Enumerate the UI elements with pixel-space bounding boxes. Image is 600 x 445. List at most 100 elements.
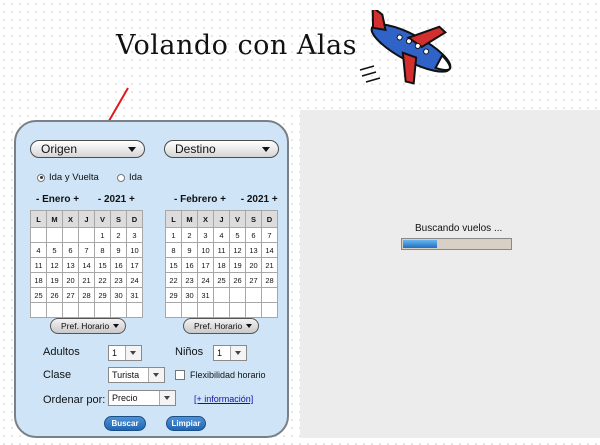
calendar-day[interactable]: 14 — [261, 242, 278, 258]
calendar-day[interactable]: 25 — [213, 272, 230, 288]
one-way-radio[interactable]: Ida — [117, 172, 142, 183]
calendar-day[interactable]: 6 — [245, 227, 262, 243]
calendar-day[interactable]: 26 — [229, 272, 246, 288]
calendar-header-row: L M X J V S D — [30, 210, 143, 228]
calendar-day[interactable]: 10 — [197, 242, 214, 258]
more-info-link[interactable]: [+ información] — [194, 394, 253, 404]
calendar-day[interactable]: 1 — [94, 227, 111, 243]
origin-dropdown[interactable]: Origen — [30, 140, 145, 158]
calendar-day[interactable]: 9 — [181, 242, 198, 258]
calendar-day[interactable]: 31 — [197, 287, 214, 303]
calendar-day — [245, 302, 262, 318]
calendar-day[interactable]: 29 — [165, 287, 182, 303]
calendar-day[interactable]: 6 — [62, 242, 79, 258]
pref-horario-dropdown-1[interactable]: Pref. Horario — [50, 318, 126, 334]
flexibility-checkbox[interactable]: Flexibilidad horario — [175, 370, 266, 380]
calendar-day[interactable]: 1 — [165, 227, 182, 243]
class-select[interactable]: Turista — [108, 367, 165, 383]
calendar-day[interactable]: 7 — [261, 227, 278, 243]
calendar-february: L M X J V S D 1 2 3 4 5 6 7 8 9 10 11 12 13 14 15 16 17 1… — [165, 210, 278, 318]
calendar-day[interactable]: 27 — [62, 287, 79, 303]
class-label: Clase — [43, 369, 72, 381]
calendar-day[interactable]: 10 — [126, 242, 143, 258]
calendar-day[interactable]: 2 — [110, 227, 127, 243]
class-value: Turista — [112, 370, 140, 380]
calendar-day[interactable]: 23 — [181, 272, 198, 288]
children-label: Niños — [175, 346, 204, 358]
calendar-day[interactable]: 13 — [62, 257, 79, 273]
calendar-day[interactable]: 11 — [213, 242, 230, 258]
calendar-day[interactable]: 30 — [110, 287, 127, 303]
airplane-logo-icon — [359, 10, 452, 85]
chevron-down-icon — [230, 346, 246, 360]
calendar-day[interactable]: 13 — [245, 242, 262, 258]
calendar-day[interactable]: 24 — [126, 272, 143, 288]
calendar-day[interactable]: 20 — [62, 272, 79, 288]
calendar-day[interactable]: 25 — [30, 287, 47, 303]
calendar-day[interactable]: 22 — [94, 272, 111, 288]
calendar-day[interactable]: 15 — [165, 257, 182, 273]
calendar-day[interactable]: 8 — [94, 242, 111, 258]
calendar-day[interactable]: 20 — [245, 257, 262, 273]
calendar-day[interactable]: 4 — [30, 242, 47, 258]
weekday-header: X — [62, 210, 79, 228]
calendar-day[interactable]: 22 — [165, 272, 182, 288]
calendar-week-row — [165, 302, 278, 318]
search-button[interactable]: Buscar — [104, 416, 146, 431]
sort-select[interactable]: Precio — [108, 390, 176, 406]
weekday-header: S — [245, 210, 262, 228]
pref-horario-dropdown-2[interactable]: Pref. Horario — [183, 318, 259, 334]
calendar-day — [78, 302, 95, 318]
calendar-day[interactable]: 19 — [46, 272, 63, 288]
calendar-day[interactable]: 26 — [46, 287, 63, 303]
calendar-day[interactable]: 18 — [213, 257, 230, 273]
calendar-day[interactable]: 11 — [30, 257, 47, 273]
year-nav[interactable]: - 2021 + — [241, 194, 278, 205]
calendar-day[interactable]: 5 — [229, 227, 246, 243]
calendar-day[interactable]: 5 — [46, 242, 63, 258]
calendar-day[interactable]: 9 — [110, 242, 127, 258]
pref-horario-label: Pref. Horario — [61, 321, 110, 331]
adults-select[interactable]: 1 — [108, 345, 142, 361]
calendar-day[interactable]: 3 — [126, 227, 143, 243]
calendar-day[interactable]: 17 — [126, 257, 143, 273]
calendar-day[interactable]: 12 — [229, 242, 246, 258]
calendar-day[interactable]: 17 — [197, 257, 214, 273]
calendar-day[interactable]: 27 — [245, 272, 262, 288]
calendar-day[interactable]: 19 — [229, 257, 246, 273]
calendar-day — [30, 302, 47, 318]
calendar-day[interactable]: 28 — [78, 287, 95, 303]
calendar-day[interactable]: 4 — [213, 227, 230, 243]
calendar-day[interactable]: 23 — [110, 272, 127, 288]
calendar-day[interactable]: 12 — [46, 257, 63, 273]
clear-button[interactable]: Limpiar — [166, 416, 206, 431]
month-nav[interactable]: - Febrero + — [174, 194, 226, 205]
calendar-day[interactable]: 16 — [181, 257, 198, 273]
weekday-header: D — [126, 210, 143, 228]
calendar-day[interactable]: 14 — [78, 257, 95, 273]
calendar-day[interactable]: 29 — [94, 287, 111, 303]
destination-dropdown[interactable]: Destino — [164, 140, 279, 158]
calendar-day[interactable]: 28 — [261, 272, 278, 288]
calendar-day[interactable]: 2 — [181, 227, 198, 243]
calendar-day[interactable]: 15 — [94, 257, 111, 273]
children-select[interactable]: 1 — [213, 345, 247, 361]
calendar-day[interactable]: 7 — [78, 242, 95, 258]
calendar-day[interactable]: 8 — [165, 242, 182, 258]
calendar-day[interactable]: 3 — [197, 227, 214, 243]
calendar-day[interactable]: 24 — [197, 272, 214, 288]
chevron-down-icon — [262, 147, 270, 152]
progress-bar — [401, 238, 512, 250]
calendar-day[interactable]: 16 — [110, 257, 127, 273]
calendar-day — [46, 302, 63, 318]
round-trip-radio[interactable]: Ida y Vuelta — [37, 172, 99, 183]
calendar-day[interactable]: 18 — [30, 272, 47, 288]
calendar-day — [78, 227, 95, 243]
calendar-day[interactable]: 31 — [126, 287, 143, 303]
calendar-day[interactable]: 21 — [78, 272, 95, 288]
adults-value: 1 — [112, 348, 118, 358]
calendar-day[interactable]: 21 — [261, 257, 278, 273]
year-nav[interactable]: - 2021 + — [98, 194, 135, 205]
calendar-day[interactable]: 30 — [181, 287, 198, 303]
month-nav[interactable]: - Enero + — [36, 194, 79, 205]
